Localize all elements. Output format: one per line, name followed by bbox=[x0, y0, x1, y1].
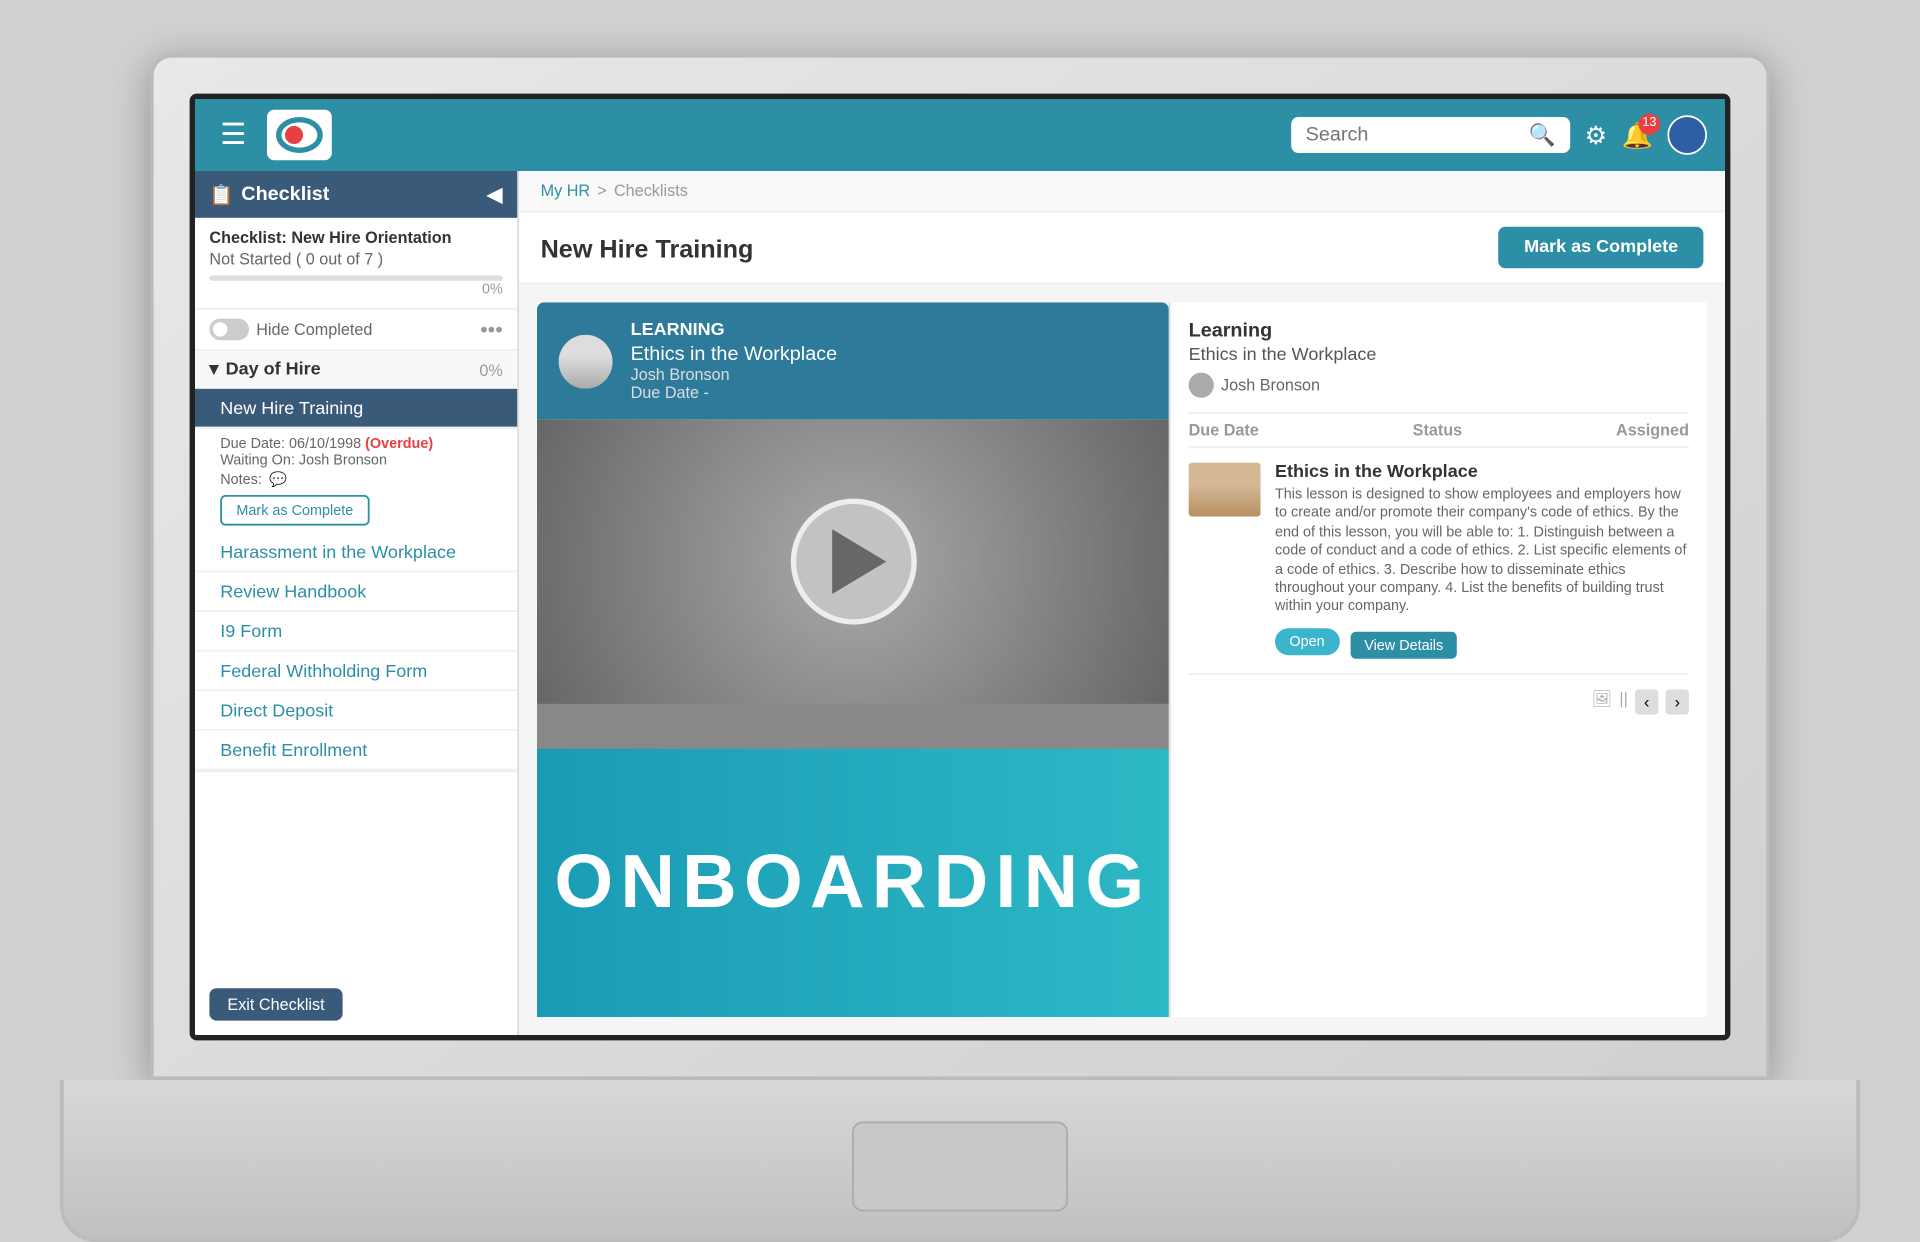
pagination-divider: || bbox=[1619, 689, 1627, 714]
sidebar-item-label: New Hire Training bbox=[220, 400, 363, 420]
hide-completed-label: Hide Completed bbox=[256, 320, 372, 338]
onboarding-label: ONBOARDING bbox=[554, 839, 1151, 925]
exit-checklist-button[interactable]: Exit Checklist bbox=[209, 988, 342, 1020]
details-title: Learning bbox=[1189, 320, 1689, 342]
breadcrumb-separator: > bbox=[597, 182, 606, 200]
pagination-icon: 🖼 bbox=[1592, 689, 1613, 714]
sidebar-item-label: Benefit Enrollment bbox=[220, 742, 367, 762]
checklist-icon: 📋 bbox=[209, 183, 234, 206]
app-logo bbox=[268, 110, 333, 160]
checklist-name: Checklist: New Hire Orientation bbox=[209, 229, 502, 247]
toggle-switch[interactable] bbox=[209, 319, 249, 341]
search-input[interactable] bbox=[1306, 124, 1522, 146]
search-icon: 🔍 bbox=[1529, 122, 1556, 147]
page-title: New Hire Training bbox=[541, 233, 754, 262]
laptop-trackpad bbox=[852, 1121, 1068, 1211]
sidebar-item-label: Federal Withholding Form bbox=[220, 662, 427, 682]
learning-course-name: Ethics in the Workplace bbox=[631, 344, 1148, 366]
details-person-name: Josh Bronson bbox=[1221, 376, 1320, 394]
sidebar-item-label: Review Handbook bbox=[220, 583, 366, 603]
video-placeholder bbox=[537, 419, 1169, 703]
gear-button[interactable]: ⚙ bbox=[1585, 120, 1608, 151]
sidebar-item-new-hire-training[interactable]: New Hire Training bbox=[195, 389, 517, 429]
sidebar-item-direct-deposit[interactable]: Direct Deposit bbox=[195, 691, 517, 731]
section-chevron-icon: ▾ bbox=[209, 360, 218, 380]
video-play-button[interactable] bbox=[790, 499, 916, 625]
user-avatar[interactable] bbox=[1667, 115, 1707, 155]
col-assigned: Assigned bbox=[1616, 421, 1689, 439]
onboarding-overlay: ONBOARDING bbox=[537, 748, 1169, 1017]
sidebar-controls: Hide Completed ••• bbox=[195, 310, 517, 351]
sidebar-header: 📋 Checklist ◀ bbox=[195, 171, 517, 218]
details-subtitle: Ethics in the Workplace bbox=[1189, 346, 1689, 366]
lesson-description: This lesson is designed to show employee… bbox=[1275, 486, 1689, 617]
notification-badge: 13 bbox=[1639, 113, 1661, 135]
hide-completed-toggle[interactable]: Hide Completed bbox=[209, 319, 372, 341]
notes-row: Notes: 💬 bbox=[220, 472, 503, 488]
sidebar-section-day-of-hire: ▾ Day of Hire 0% New Hire Training bbox=[195, 351, 517, 772]
lesson-title: Ethics in the Workplace bbox=[1275, 463, 1689, 483]
search-bar: 🔍 bbox=[1291, 117, 1570, 153]
top-navigation: ☰ 🔍 ⚙ 🔔 13 bbox=[195, 99, 1725, 171]
play-icon bbox=[831, 529, 885, 594]
col-due-date: Due Date bbox=[1189, 421, 1259, 439]
progress-percentage: 0% bbox=[209, 281, 502, 297]
notification-bell[interactable]: 🔔 13 bbox=[1622, 120, 1653, 151]
learning-person-name: Josh Bronson bbox=[631, 365, 1148, 383]
sidebar-item-label: Direct Deposit bbox=[220, 702, 333, 722]
lesson-thumbnail bbox=[1189, 463, 1261, 517]
sidebar-item-new-hire-training-detail: Due Date: 06/10/1998 (Overdue) Waiting O… bbox=[195, 428, 517, 532]
sidebar-item-handbook[interactable]: Review Handbook bbox=[195, 572, 517, 612]
lesson-row: Ethics in the Workplace This lesson is d… bbox=[1189, 448, 1689, 674]
notes-icon: 💬 bbox=[269, 472, 287, 488]
hamburger-icon[interactable]: ☰ bbox=[213, 110, 253, 160]
details-person-row: Josh Bronson bbox=[1189, 373, 1689, 398]
video-container[interactable]: ONBOARDING bbox=[537, 419, 1169, 1017]
sidebar-collapse-button[interactable]: ◀ bbox=[486, 182, 503, 207]
details-panel: Learning Ethics in the Workplace Josh Br… bbox=[1169, 302, 1707, 1017]
learning-info: Learning Ethics in the Workplace Josh Br… bbox=[631, 320, 1148, 401]
sidebar-item-label: I9 Form bbox=[220, 623, 282, 643]
mark-as-complete-button[interactable]: Mark as Complete bbox=[1499, 227, 1703, 268]
sidebar-item-withholding[interactable]: Federal Withholding Form bbox=[195, 652, 517, 692]
sidebar: 📋 Checklist ◀ Checklist: New Hire Orient… bbox=[195, 171, 519, 1035]
prev-page-button[interactable]: ‹ bbox=[1635, 689, 1658, 714]
pagination-controls: 🖼 || ‹ › bbox=[1189, 689, 1689, 714]
sidebar-item-benefit[interactable]: Benefit Enrollment bbox=[195, 731, 517, 771]
details-person-avatar bbox=[1189, 373, 1214, 398]
breadcrumb: My HR > Checklists bbox=[519, 171, 1725, 212]
sidebar-title: 📋 Checklist bbox=[209, 183, 329, 206]
waiting-on-label: Waiting On: Josh Bronson bbox=[220, 452, 503, 468]
learning-card-header: Learning Ethics in the Workplace Josh Br… bbox=[537, 302, 1169, 419]
content-body: Learning Ethics in the Workplace Josh Br… bbox=[519, 284, 1725, 1035]
view-details-button[interactable]: View Details bbox=[1350, 631, 1458, 658]
due-date-label: Due Date: 06/10/1998 (Overdue) bbox=[220, 436, 503, 452]
lesson-content: Ethics in the Workplace This lesson is d… bbox=[1275, 463, 1689, 659]
learning-due-date: Due Date - bbox=[631, 383, 1148, 401]
checklist-status: Not Started ( 0 out of 7 ) bbox=[209, 250, 502, 268]
details-table-header: Due Date Status Assigned bbox=[1189, 412, 1689, 448]
laptop-base bbox=[60, 1080, 1860, 1242]
mark-complete-button[interactable]: Mark as Complete bbox=[220, 495, 369, 526]
more-options-button[interactable]: ••• bbox=[480, 317, 503, 342]
next-page-button[interactable]: › bbox=[1666, 689, 1689, 714]
breadcrumb-checklists: Checklists bbox=[614, 182, 688, 200]
learning-type-label: Learning bbox=[631, 320, 1148, 340]
sidebar-item-label: Harassment in the Workplace bbox=[220, 544, 456, 564]
lesson-open-button[interactable]: Open bbox=[1275, 628, 1339, 655]
breadcrumb-my-hr[interactable]: My HR bbox=[541, 182, 591, 200]
learning-avatar bbox=[559, 334, 613, 388]
sidebar-checklist-meta: Checklist: New Hire Orientation Not Star… bbox=[195, 218, 517, 310]
overdue-badge: (Overdue) bbox=[365, 436, 433, 452]
section-day-of-hire-header[interactable]: ▾ Day of Hire 0% bbox=[195, 351, 517, 389]
sidebar-item-i9[interactable]: I9 Form bbox=[195, 612, 517, 652]
col-status: Status bbox=[1413, 421, 1463, 439]
main-panel: My HR > Checklists New Hire Training Mar… bbox=[519, 171, 1725, 1035]
sidebar-item-harassment[interactable]: Harassment in the Workplace bbox=[195, 533, 517, 573]
content-header: New Hire Training Mark as Complete bbox=[519, 212, 1725, 284]
nav-icon-group: ⚙ 🔔 13 bbox=[1585, 115, 1707, 155]
section-title: ▾ Day of Hire bbox=[209, 360, 320, 380]
section-progress: 0% bbox=[479, 361, 502, 379]
